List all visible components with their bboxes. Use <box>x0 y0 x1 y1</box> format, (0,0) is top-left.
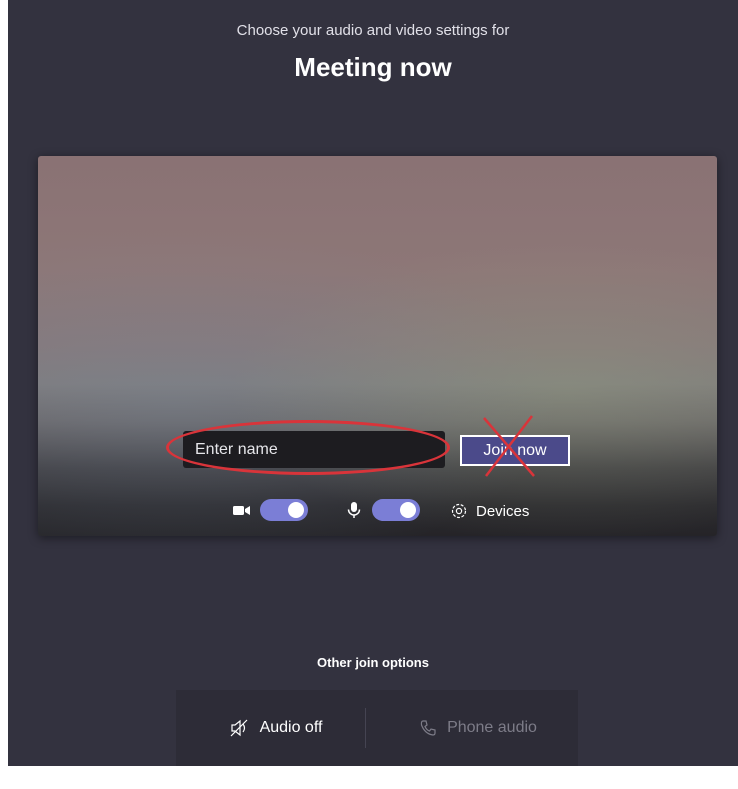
camera-toggle-knob <box>288 502 304 518</box>
phone-icon <box>420 720 436 736</box>
video-preview: Join now <box>38 156 717 536</box>
devices-label: Devices <box>476 502 530 520</box>
audio-off-label: Audio off <box>259 719 323 736</box>
prejoin-screen: Choose your audio and video settings for… <box>8 0 738 766</box>
media-controls: Devices <box>38 496 717 526</box>
camera-icon <box>233 506 250 515</box>
join-now-label: Join now <box>483 441 547 459</box>
microphone-toggle[interactable] <box>372 499 420 521</box>
microphone-toggle-knob <box>400 502 416 518</box>
page-subtitle: Choose your audio and video settings for <box>236 22 510 39</box>
gear-icon <box>451 503 467 519</box>
camera-toggle[interactable] <box>260 499 308 521</box>
audio-off-option[interactable]: Audio off <box>176 690 376 766</box>
join-now-button[interactable]: Join now <box>460 435 570 466</box>
phone-audio-option[interactable]: Phone audio <box>378 690 578 766</box>
microphone-icon <box>347 502 361 518</box>
speaker-muted-icon <box>230 719 247 737</box>
other-join-options-label: Other join options <box>317 655 429 670</box>
phone-audio-label: Phone audio <box>447 719 537 736</box>
other-join-options: Audio off Phone audio <box>176 690 578 766</box>
name-input[interactable] <box>183 431 445 468</box>
meeting-title: Meeting now <box>294 52 452 82</box>
options-divider <box>365 708 366 748</box>
devices-button[interactable]: Devices <box>450 498 529 524</box>
